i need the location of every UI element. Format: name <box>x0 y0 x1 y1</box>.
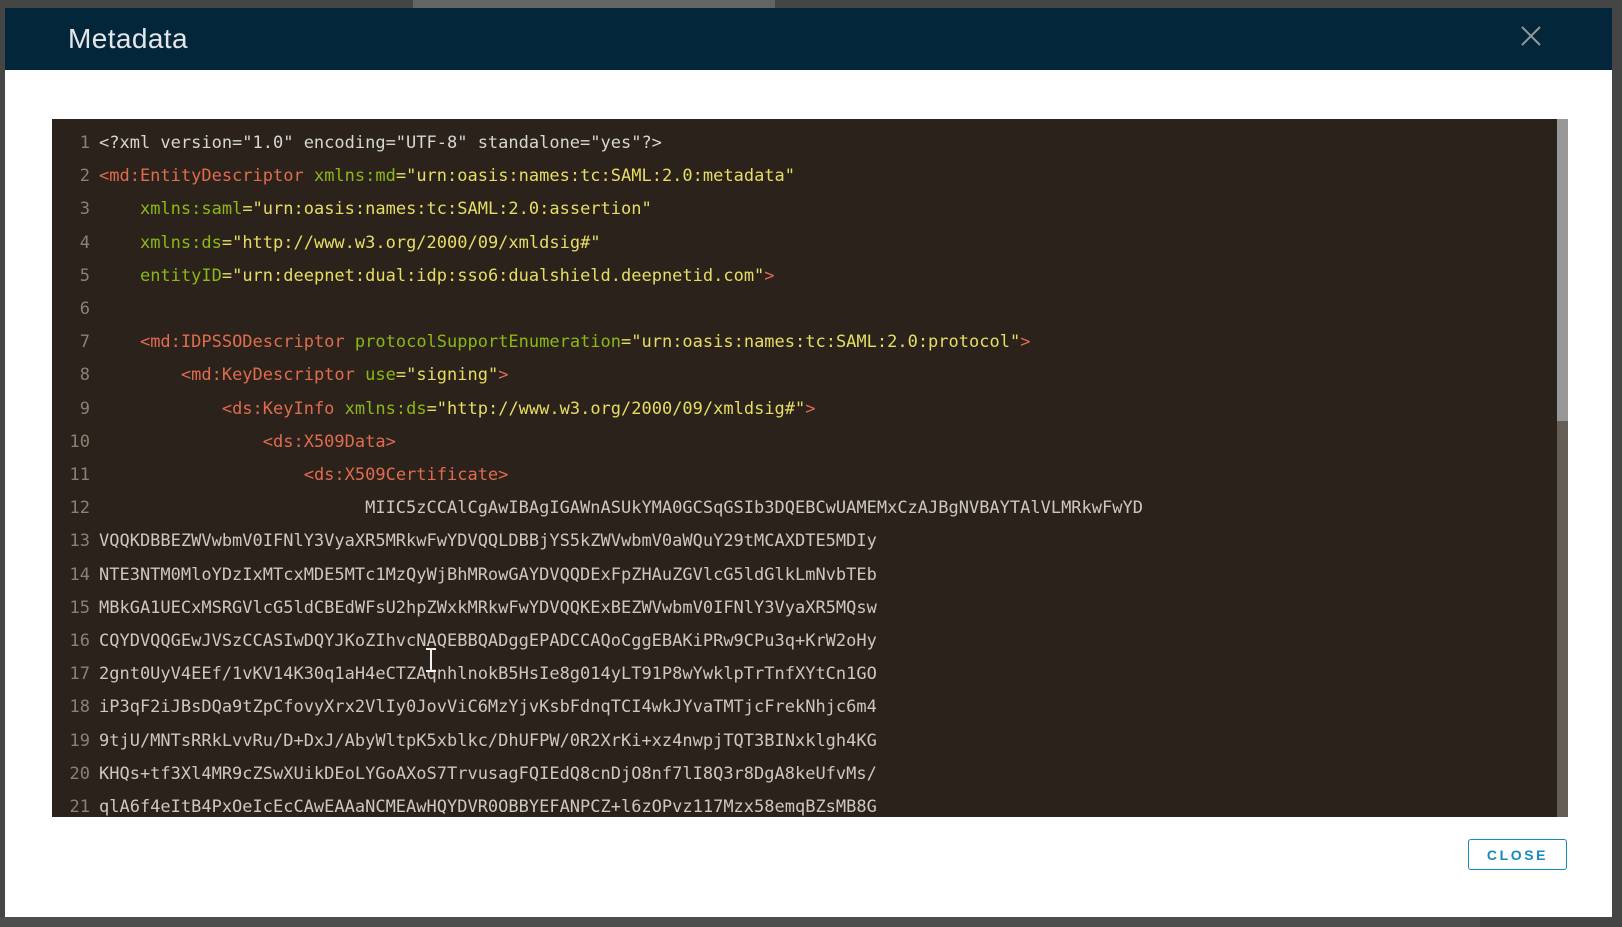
code-line: 6 <box>52 293 1568 326</box>
code-text: <md:EntityDescriptor xmlns:md="urn:oasis… <box>90 160 795 193</box>
line-number: 7 <box>52 326 90 359</box>
line-number: 20 <box>52 758 90 791</box>
close-icon[interactable] <box>1519 24 1543 48</box>
line-number: 4 <box>52 227 90 260</box>
close-button[interactable]: CLOSE <box>1468 839 1567 870</box>
code-line: 172gnt0UyV4EEf/1vKV14K30q1aH4eCTZAqnhlno… <box>52 658 1568 691</box>
code-line: 11 <ds:X509Certificate> <box>52 459 1568 492</box>
background-page-scrollbar <box>413 0 775 8</box>
code-text: iP3qF2iJBsDQa9tZpCfovyXrx2VlIy0JovViC6Mz… <box>90 691 877 724</box>
code-scrollbar-track[interactable] <box>1557 119 1568 817</box>
code-line: 21qlA6f4eItB4PxOeIcEcCAwEAAaNCMEAwHQYDVR… <box>52 791 1568 817</box>
metadata-code-viewer[interactable]: 1<?xml version="1.0" encoding="UTF-8" st… <box>52 119 1568 817</box>
line-number: 17 <box>52 658 90 691</box>
code-text: KHQs+tf3Xl4MR9cZSwXUikDEoLYGoAXoS7Trvusa… <box>90 758 877 791</box>
code-line: 12 MIIC5zCCAlCgAwIBAgIGAWnASUkYMA0GCSqGS… <box>52 492 1568 525</box>
line-number: 15 <box>52 592 90 625</box>
screen-backdrop: Metadata 1<?xml version="1.0" encoding="… <box>0 0 1622 927</box>
code-text <box>90 293 99 326</box>
code-text: xmlns:saml="urn:oasis:names:tc:SAML:2.0:… <box>90 193 652 226</box>
code-text: qlA6f4eItB4PxOeIcEcCAwEAAaNCMEAwHQYDVR0O… <box>90 791 877 817</box>
code-scrollbar-thumb[interactable] <box>1557 119 1568 421</box>
line-number: 9 <box>52 393 90 426</box>
x-icon <box>1519 24 1543 48</box>
code-line: 199tjU/MNTsRRkLvvRu/D+DxJ/AbyWltpK5xblkc… <box>52 725 1568 758</box>
code-text: <md:KeyDescriptor use="signing"> <box>90 359 508 392</box>
line-number: 10 <box>52 426 90 459</box>
code-line: 8 <md:KeyDescriptor use="signing"> <box>52 359 1568 392</box>
modal-title: Metadata <box>68 23 188 55</box>
line-number: 19 <box>52 725 90 758</box>
code-line: 16CQYDVQQGEwJVSzCCASIwDQYJKoZIhvcNAQEBBQ… <box>52 625 1568 658</box>
line-number: 21 <box>52 791 90 817</box>
code-text: CQYDVQQGEwJVSzCCASIwDQYJKoZIhvcNAQEBBQAD… <box>90 625 877 658</box>
modal-header: Metadata <box>5 8 1612 70</box>
code-text: VQQKDBBEZWVwbmV0IFNlY3VyaXR5MRkwFwYDVQQL… <box>90 525 877 558</box>
code-text: 9tjU/MNTsRRkLvvRu/D+DxJ/AbyWltpK5xblkc/D… <box>90 725 877 758</box>
line-number: 1 <box>52 127 90 160</box>
line-number: 5 <box>52 260 90 293</box>
code-text: <ds:X509Data> <box>90 426 396 459</box>
code-line: 18iP3qF2iJBsDQa9tZpCfovyXrx2VlIy0JovViC6… <box>52 691 1568 724</box>
code-lines-container: 1<?xml version="1.0" encoding="UTF-8" st… <box>52 119 1568 817</box>
code-line: 4 xmlns:ds="http://www.w3.org/2000/09/xm… <box>52 227 1568 260</box>
code-text: <ds:X509Certificate> <box>90 459 508 492</box>
line-number: 11 <box>52 459 90 492</box>
line-number: 6 <box>52 293 90 326</box>
code-text: MIIC5zCCAlCgAwIBAgIGAWnASUkYMA0GCSqGSIb3… <box>90 492 1143 525</box>
code-line: 9 <ds:KeyInfo xmlns:ds="http://www.w3.or… <box>52 393 1568 426</box>
code-text: <?xml version="1.0" encoding="UTF-8" sta… <box>90 127 662 160</box>
metadata-modal: Metadata 1<?xml version="1.0" encoding="… <box>5 8 1612 917</box>
code-text: xmlns:ds="http://www.w3.org/2000/09/xmld… <box>90 227 601 260</box>
line-number: 2 <box>52 160 90 193</box>
code-line: 15MBkGA1UECxMSRGVlcG5ldCBEdWFsU2hpZWxkMR… <box>52 592 1568 625</box>
code-line: 20KHQs+tf3Xl4MR9cZSwXUikDEoLYGoAXoS7Trvu… <box>52 758 1568 791</box>
line-number: 8 <box>52 359 90 392</box>
line-number: 3 <box>52 193 90 226</box>
code-line: 2<md:EntityDescriptor xmlns:md="urn:oasi… <box>52 160 1568 193</box>
code-line: 14NTE3NTM0MloYDzIxMTcxMDE5MTc1MzQyWjBhMR… <box>52 559 1568 592</box>
line-number: 16 <box>52 625 90 658</box>
code-text: entityID="urn:deepnet:dual:idp:sso6:dual… <box>90 260 775 293</box>
code-text: <md:IDPSSODescriptor protocolSupportEnum… <box>90 326 1030 359</box>
code-line: 5 entityID="urn:deepnet:dual:idp:sso6:du… <box>52 260 1568 293</box>
code-line: 1<?xml version="1.0" encoding="UTF-8" st… <box>52 127 1568 160</box>
code-text: NTE3NTM0MloYDzIxMTcxMDE5MTc1MzQyWjBhMRow… <box>90 559 877 592</box>
code-text: <ds:KeyInfo xmlns:ds="http://www.w3.org/… <box>90 393 816 426</box>
code-line: 10 <ds:X509Data> <box>52 426 1568 459</box>
code-text: MBkGA1UECxMSRGVlcG5ldCBEdWFsU2hpZWxkMRkw… <box>90 592 877 625</box>
backdrop-bottom-strip <box>0 917 1480 927</box>
code-text: 2gnt0UyV4EEf/1vKV14K30q1aH4eCTZAqnhlnokB… <box>90 658 877 691</box>
line-number: 14 <box>52 559 90 592</box>
line-number: 13 <box>52 525 90 558</box>
code-line: 3 xmlns:saml="urn:oasis:names:tc:SAML:2.… <box>52 193 1568 226</box>
code-line: 13VQQKDBBEZWVwbmV0IFNlY3VyaXR5MRkwFwYDVQ… <box>52 525 1568 558</box>
line-number: 18 <box>52 691 90 724</box>
line-number: 12 <box>52 492 90 525</box>
code-line: 7 <md:IDPSSODescriptor protocolSupportEn… <box>52 326 1568 359</box>
